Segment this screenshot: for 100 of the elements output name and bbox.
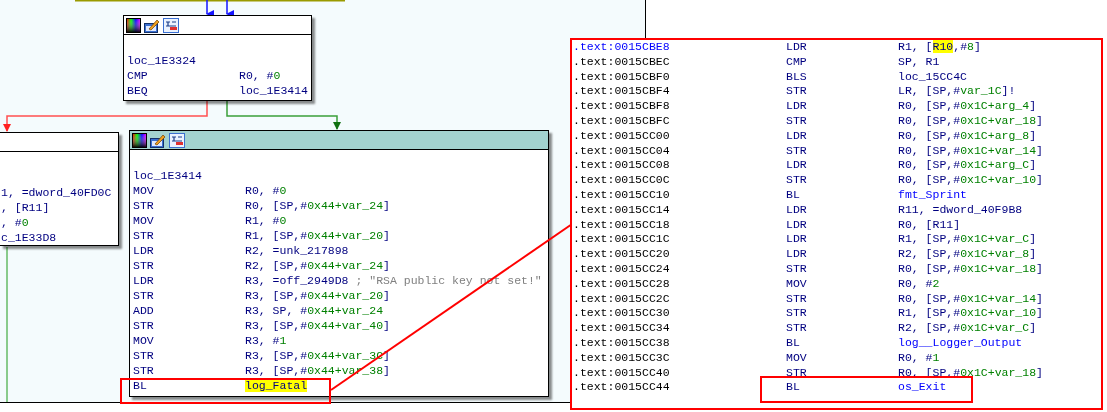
address: .text:0015CBEC [573, 54, 671, 70]
operand: R1, #0 [245, 213, 287, 228]
address: .text:0015CC3C [573, 350, 671, 366]
graph-view-icon[interactable] [163, 17, 179, 33]
color-palette-icon[interactable] [132, 132, 147, 148]
mnemonic: ADD [133, 303, 155, 318]
mnemonic: STR [133, 348, 155, 363]
mnemonic: BEQ [127, 83, 149, 98]
operand: R0, [SP,#0x1C+var_18] [898, 114, 1043, 129]
operand: , #0 [1, 215, 29, 230]
operand: c_1E33D8 [1, 230, 57, 245]
address: .text:0015CC18 [573, 217, 671, 233]
mnemonic: MOV [786, 276, 808, 292]
address: .text:0015CC04 [573, 143, 671, 159]
operand: LR, [SP,#var_1C]! [898, 84, 1016, 100]
mnemonic: STR [133, 228, 155, 243]
operand: loc_1E3414 [239, 83, 308, 98]
operand: R0, [SP,#0x1C+var_18] [898, 261, 1043, 277]
mnemonic: STR [786, 84, 808, 100]
mnemonic: LDR [133, 273, 155, 288]
address: .text:0015CBE8 [573, 40, 671, 55]
address: .text:0015CC40 [573, 365, 671, 381]
mnemonic: LDR [786, 232, 808, 248]
mnemonic: MOV [786, 350, 808, 366]
pencil-edit-icon[interactable] [150, 132, 166, 148]
mnemonic: STR [786, 321, 808, 336]
pencil-edit-icon[interactable] [144, 17, 160, 33]
operand: R0, [SP,#0x1C+arg_C] [898, 158, 1037, 174]
block-label: loc_1E3414 [133, 168, 202, 183]
address: .text:0015CC34 [573, 321, 671, 336]
address: .text:0015CC38 [573, 335, 671, 351]
edge-arrow [206, 0, 214, 18]
operand: fmt_Sprint [898, 187, 967, 203]
operand: os_Exit [898, 380, 947, 396]
operand: R2, [SP,#0x1C+var_8] [898, 247, 1037, 262]
operand: R0, [SP,#0x1C+var_14] [898, 143, 1043, 159]
mnemonic: MOV [133, 333, 155, 348]
operand: R0, #1 [898, 350, 940, 366]
operand: R0, #2 [898, 276, 940, 292]
operand: R0, #0 [239, 68, 281, 83]
address: .text:0015CC24 [573, 261, 671, 277]
operand: R11, =dword_40F9B8 [898, 202, 1023, 218]
mnemonic: STR [786, 143, 808, 159]
address: .text:0015CBFC [573, 114, 671, 129]
operand: R1, [SP,#0x44+var_20] [245, 228, 390, 243]
address: .text:0015CBF8 [573, 99, 671, 114]
address: .text:0015CC10 [573, 187, 671, 203]
operand: R0, [R11] [898, 217, 961, 233]
mnemonic: BL [786, 335, 801, 351]
mnemonic: STR [133, 318, 155, 333]
operand: R0, [SP,#0x1C+arg_4] [898, 99, 1037, 114]
mnemonic: STR [786, 261, 808, 277]
mnemonic: LDR [786, 247, 808, 262]
mnemonic: STR [786, 306, 808, 322]
address: .text:0015CC30 [573, 306, 671, 322]
operand: R0, #0 [245, 183, 287, 198]
mnemonic: STR [786, 365, 808, 381]
mnemonic: STR [786, 291, 808, 307]
operand: , [R11] [1, 200, 50, 215]
operand: R1, [R10,#8] [898, 40, 981, 55]
mnemonic: MOV [133, 183, 155, 198]
address: .text:0015CBF0 [573, 69, 671, 85]
mnemonic: LDR [786, 202, 808, 218]
block-label: loc_1E3324 [127, 53, 196, 68]
operand: R2, [SP,#0x44+var_24] [245, 258, 390, 273]
address: .text:0015CC28 [573, 276, 671, 292]
mnemonic: BL [786, 380, 801, 396]
mnemonic: LDR [786, 99, 808, 114]
operand: R0, [SP,#0x44+var_24] [245, 198, 390, 213]
address: .text:0015CC1C [573, 232, 671, 248]
mnemonic: BLS [786, 69, 808, 85]
mnemonic: LDR [133, 243, 155, 258]
address: .text:0015CC00 [573, 128, 671, 144]
operand: loc_15CC4C [898, 69, 967, 85]
graph-view-icon[interactable] [169, 132, 185, 148]
mnemonic: STR [786, 173, 808, 188]
color-palette-icon[interactable] [126, 17, 141, 33]
operand: R0, [SP,#0x1C+var_14] [898, 291, 1043, 307]
address: .text:0015CBF4 [573, 84, 671, 100]
mnemonic: STR [133, 198, 155, 213]
mnemonic: BL [786, 187, 801, 203]
edge-arrow [226, 0, 234, 18]
operand: R2, [SP,#0x1C+var_C] [898, 321, 1037, 336]
operand: R0, [SP,#0x1C+arg_8] [898, 128, 1037, 144]
operand: R3, [SP,#0x44+var_20] [245, 288, 390, 303]
mnemonic: LDR [786, 128, 808, 144]
mnemonic: CMP [786, 54, 808, 70]
mnemonic: STR [786, 114, 808, 129]
mnemonic: STR [133, 363, 155, 378]
operand: 1, =dword_40FD0C [1, 185, 112, 200]
mnemonic: LDR [786, 217, 808, 233]
operand: SP, R1 [898, 54, 940, 70]
address: .text:0015CC14 [573, 202, 671, 218]
address: .text:0015CC20 [573, 247, 671, 262]
operand: R3, [SP,#0x44+var_40] [245, 318, 390, 333]
operand: log__Logger_Output [898, 335, 1023, 351]
address: .text:0015CC08 [573, 158, 671, 174]
mnemonic: LDR [786, 158, 808, 174]
operand: R1, [SP,#0x1C+var_C] [898, 232, 1037, 248]
mnemonic: STR [133, 288, 155, 303]
